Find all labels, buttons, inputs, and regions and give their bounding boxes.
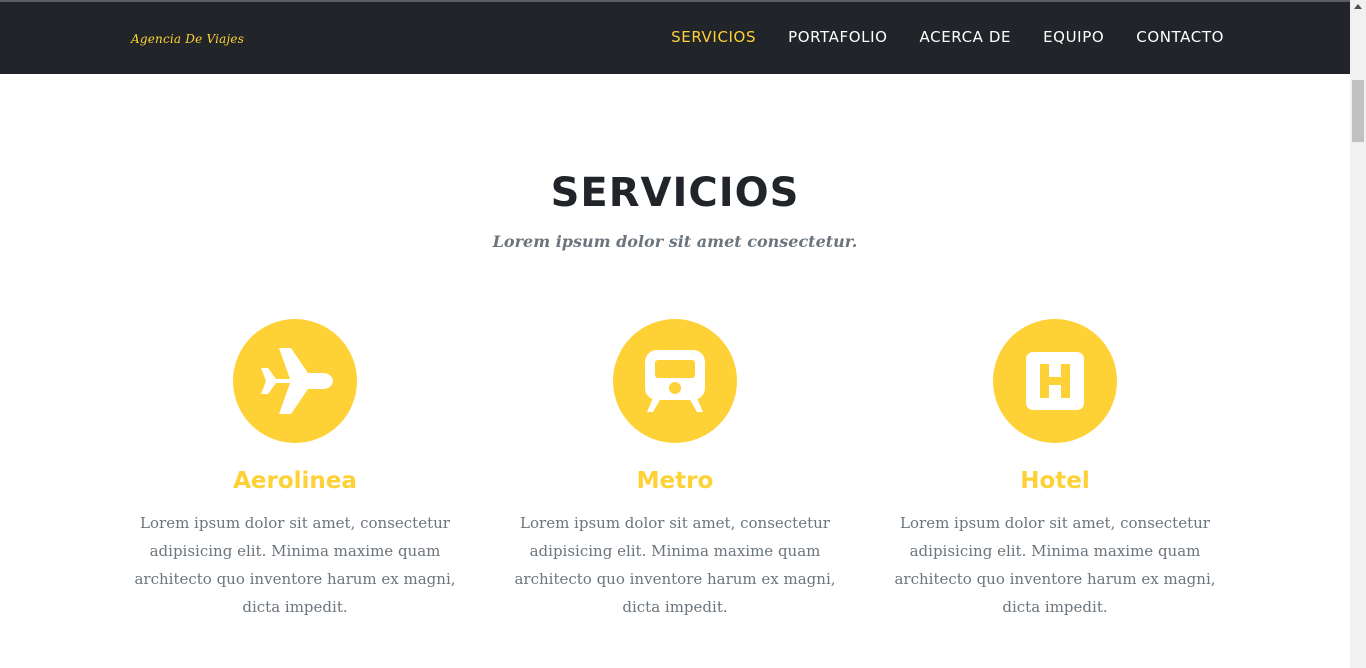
nav-link-acerca-de[interactable]: ACERCA DE bbox=[920, 28, 1012, 46]
service-card-metro: Metro Lorem ipsum dolor sit amet, consec… bbox=[505, 319, 845, 621]
scrollbar-thumb[interactable] bbox=[1352, 80, 1364, 142]
section-title: SERVICIOS bbox=[550, 170, 800, 216]
scroll-up-arrow-icon[interactable] bbox=[1354, 4, 1362, 9]
hotel-icon bbox=[1026, 352, 1084, 410]
nav-link-equipo[interactable]: EQUIPO bbox=[1043, 28, 1104, 46]
section-subtitle: Lorem ipsum dolor sit amet consectetur. bbox=[492, 232, 858, 251]
service-description: Lorem ipsum dolor sit amet, consectetur … bbox=[514, 514, 836, 616]
nav-link-portafolio[interactable]: PORTAFOLIO bbox=[788, 28, 887, 46]
plane-icon bbox=[261, 348, 333, 414]
service-title: Metro bbox=[636, 468, 714, 494]
service-title: Aerolinea bbox=[233, 468, 357, 494]
service-description: Lorem ipsum dolor sit amet, consectetur … bbox=[894, 514, 1216, 616]
nav-link-servicios[interactable]: SERVICIOS bbox=[671, 28, 756, 46]
navbar: Agencia De Viajes SERVICIOS PORTAFOLIO A… bbox=[0, 2, 1350, 74]
page-scrollbar[interactable] bbox=[1350, 0, 1366, 668]
service-icon-circle bbox=[233, 319, 357, 443]
train-icon bbox=[645, 350, 705, 412]
nav-link-contacto[interactable]: CONTACTO bbox=[1136, 28, 1224, 46]
service-card-hotel: Hotel Lorem ipsum dolor sit amet, consec… bbox=[885, 319, 1225, 621]
service-icon-circle bbox=[613, 319, 737, 443]
service-description: Lorem ipsum dolor sit amet, consectetur … bbox=[134, 514, 456, 616]
service-icon-circle bbox=[993, 319, 1117, 443]
brand-logo[interactable]: Agencia De Viajes bbox=[131, 32, 244, 46]
service-title: Hotel bbox=[1020, 468, 1090, 494]
service-card-aerolinea: Aerolinea Lorem ipsum dolor sit amet, co… bbox=[125, 319, 465, 621]
nav-menu: SERVICIOS PORTAFOLIO ACERCA DE EQUIPO CO… bbox=[639, 28, 1224, 46]
